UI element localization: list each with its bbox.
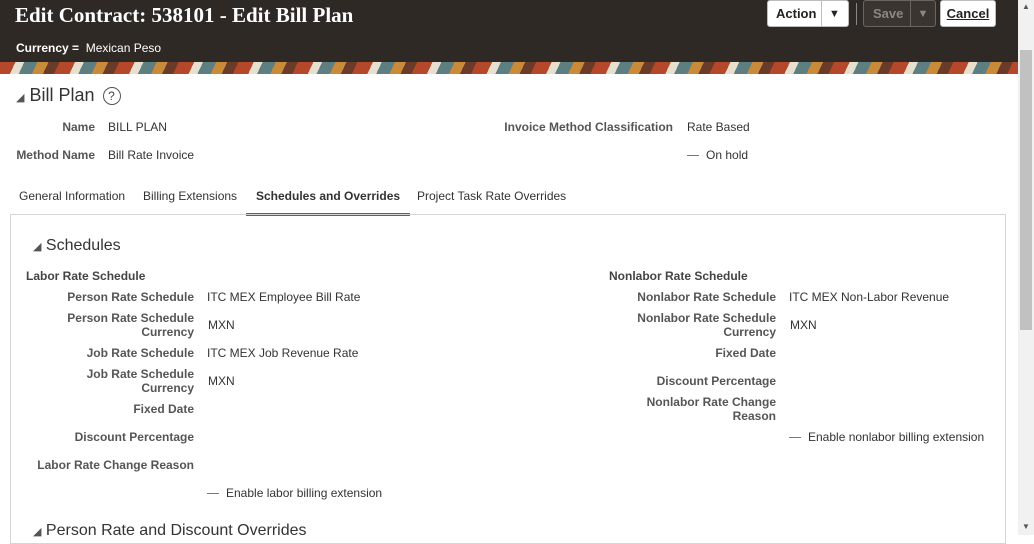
person-rate-currency-value: MXN — [208, 318, 235, 332]
toolbar-separator — [856, 3, 857, 25]
currency-value: Mexican Peso — [85, 41, 162, 55]
labor-rate-schedule-heading: Labor Rate Schedule — [26, 269, 146, 283]
cancel-button[interactable]: Cancel — [940, 0, 996, 27]
name-label: Name — [62, 120, 95, 134]
method-name-label: Method Name — [16, 148, 95, 162]
on-hold-label: On hold — [706, 148, 749, 162]
nonlabor-rate-schedule-label: Nonlabor Rate Schedule — [637, 290, 776, 304]
scroll-thumb[interactable] — [1020, 50, 1032, 330]
job-rate-schedule-label: Job Rate Schedule — [86, 346, 194, 360]
job-rate-currency-value: MXN — [208, 374, 235, 388]
nonlabor-billing-extension-checkbox[interactable]: Enable nonlabor billing extension — [789, 430, 984, 444]
person-rate-schedule-label: Person Rate Schedule — [67, 290, 194, 304]
scroll-down-icon[interactable]: ▼ — [1022, 522, 1030, 531]
overrides-title: Person Rate and Discount Overrides — [45, 522, 307, 539]
nonlabor-billing-extension-label: Enable nonlabor billing extension — [808, 430, 985, 444]
decorative-banner — [0, 62, 1018, 74]
name-value: BILL PLAN — [108, 120, 167, 134]
invoice-classification-label: Invoice Method Classification — [504, 120, 673, 134]
tab-billing-extensions[interactable]: Billing Extensions — [143, 183, 237, 213]
bill-plan-header[interactable]: ◢ Bill Plan? — [16, 85, 121, 106]
page-title: Edit Contract: 538101 - Edit Bill Plan — [15, 3, 354, 27]
job-rate-schedule-value[interactable]: ITC MEX Job Revenue Rate — [207, 346, 358, 360]
action-menu-button[interactable]: Action ▼ — [767, 0, 849, 27]
person-rate-currency-label: Person Rate Schedule Currency — [67, 311, 194, 339]
save-button-label: Save — [873, 6, 904, 21]
checkbox-icon[interactable] — [687, 155, 699, 157]
nonlabor-change-reason-label: Nonlabor Rate Change Reason — [646, 395, 776, 423]
nonlabor-rate-schedule-heading: Nonlabor Rate Schedule — [609, 269, 748, 283]
checkbox-icon[interactable] — [207, 493, 219, 495]
page-header: Edit Contract: 538101 - Edit Bill Plan C… — [0, 0, 1018, 62]
nonlabor-currency-label: Nonlabor Rate Schedule Currency — [637, 311, 776, 339]
labor-change-reason-label: Labor Rate Change Reason — [37, 458, 194, 472]
nonlabor-fixed-date-label: Fixed Date — [715, 346, 776, 360]
labor-billing-extension-checkbox[interactable]: Enable labor billing extension — [207, 486, 382, 500]
chevron-down-icon[interactable]: ▼ — [909, 1, 935, 26]
tab-general-information[interactable]: General Information — [19, 183, 125, 213]
tab-project-task-rate-overrides[interactable]: Project Task Rate Overrides — [417, 183, 566, 213]
cancel-button-label: Cancel — [946, 6, 990, 21]
person-rate-schedule-value[interactable]: ITC MEX Employee Bill Rate — [207, 290, 360, 304]
labor-fixed-date-label: Fixed Date — [133, 402, 194, 416]
currency-label: Currency = — [16, 41, 80, 55]
tab-schedules-and-overrides[interactable]: Schedules and Overrides — [246, 183, 411, 216]
action-button-label: Action — [776, 6, 817, 21]
invoice-classification-value: Rate Based — [687, 120, 750, 134]
nonlabor-rate-schedule-value[interactable]: ITC MEX Non-Labor Revenue — [789, 290, 949, 304]
labor-discount-label: Discount Percentage — [74, 430, 194, 444]
collapse-triangle-icon[interactable]: ◢ — [16, 92, 24, 104]
bill-plan-title: Bill Plan — [29, 85, 95, 105]
help-icon[interactable]: ? — [102, 87, 121, 106]
on-hold-checkbox[interactable]: On hold — [687, 148, 748, 162]
nonlabor-currency-value: MXN — [790, 318, 817, 332]
tab-bar: General Information Billing Extensions S… — [10, 183, 1010, 216]
method-name-value: Bill Rate Invoice — [108, 148, 195, 162]
collapse-triangle-icon[interactable]: ◢ — [33, 526, 41, 538]
nonlabor-discount-label: Discount Percentage — [656, 374, 776, 388]
chevron-down-icon[interactable]: ▼ — [821, 1, 847, 26]
save-button[interactable]: Save ▼ — [863, 0, 936, 27]
currency-info: Currency = Mexican Peso — [16, 41, 161, 55]
schedules-header[interactable]: ◢ Schedules — [33, 237, 121, 255]
labor-billing-extension-label: Enable labor billing extension — [226, 486, 383, 500]
checkbox-icon[interactable] — [789, 437, 801, 439]
job-rate-currency-label: Job Rate Schedule Currency — [86, 367, 194, 395]
schedules-title: Schedules — [45, 237, 121, 254]
overrides-header[interactable]: ◢ Person Rate and Discount Overrides — [33, 522, 307, 540]
collapse-triangle-icon[interactable]: ◢ — [33, 241, 41, 253]
scroll-up-icon[interactable]: ▲ — [1022, 2, 1030, 11]
